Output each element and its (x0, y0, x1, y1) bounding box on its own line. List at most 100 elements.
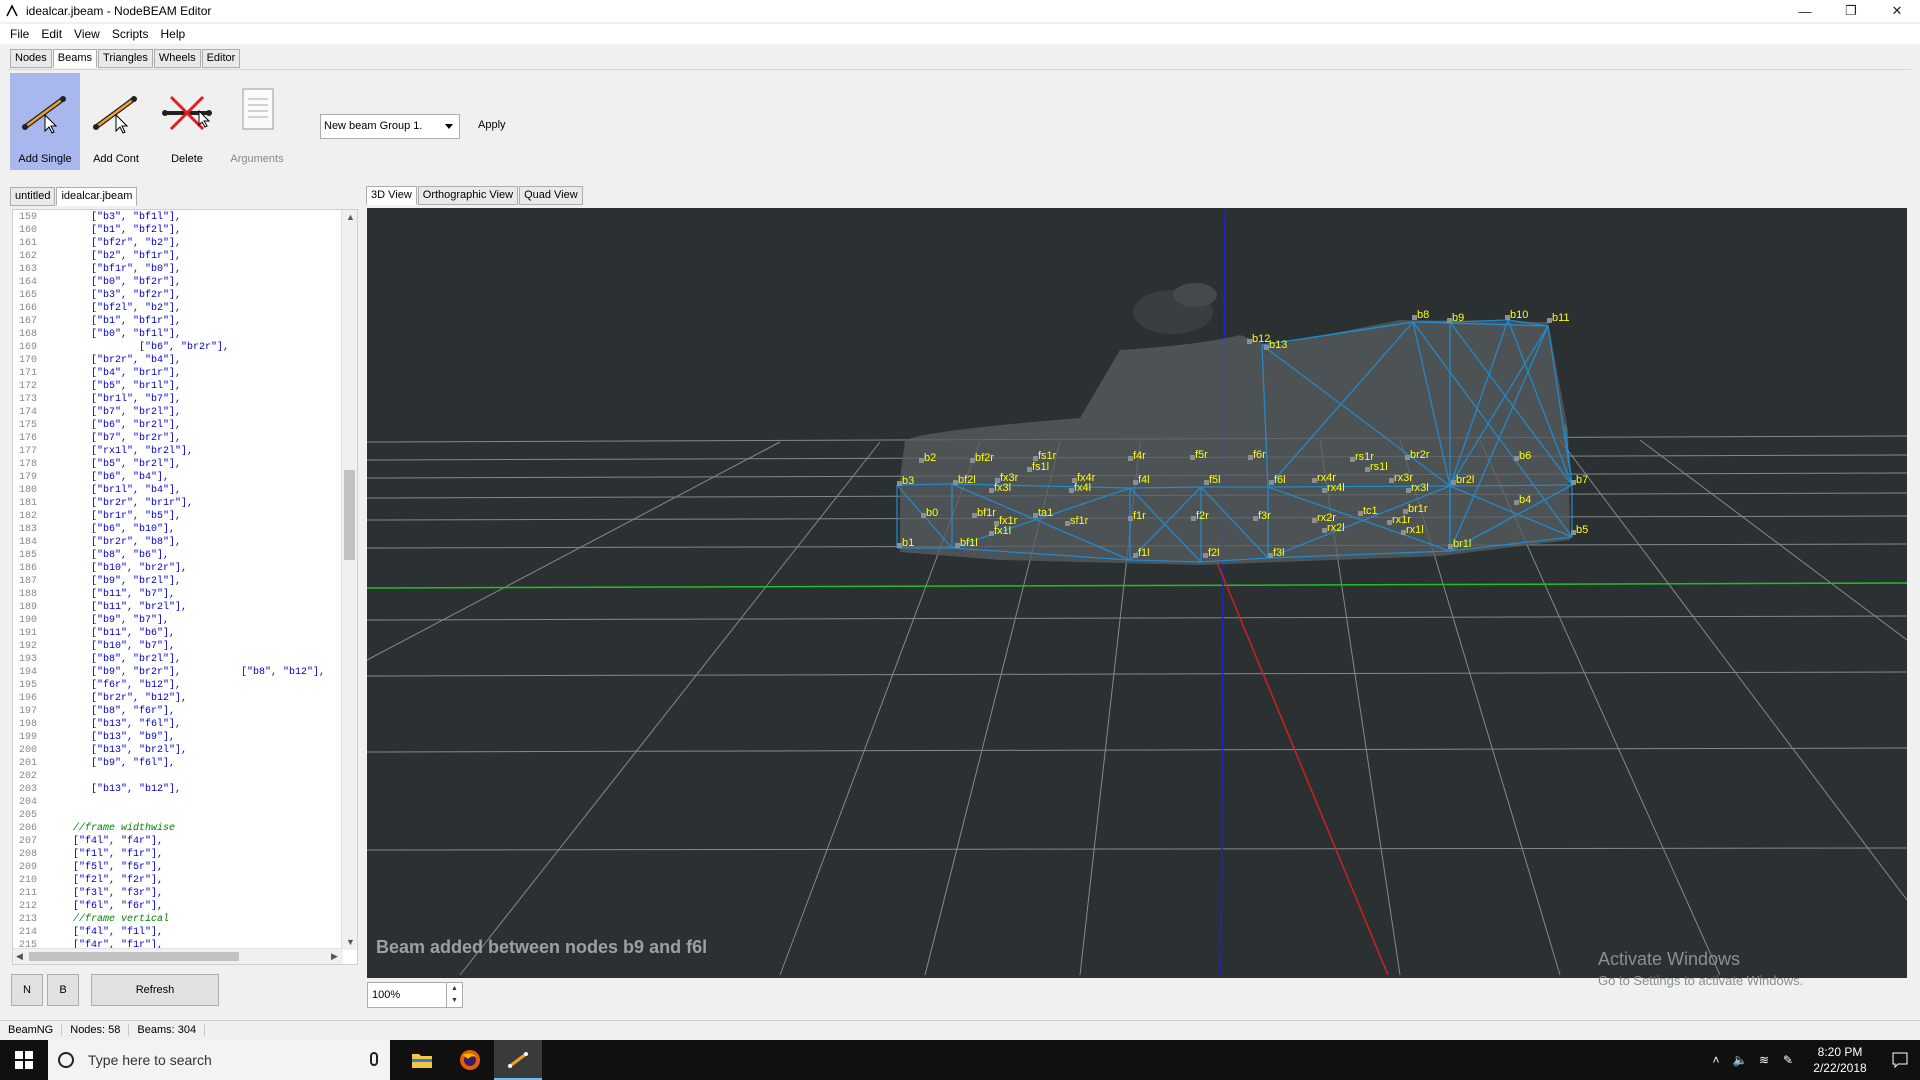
delete-button[interactable]: Delete (152, 73, 222, 170)
volume-icon[interactable]: 🔈 (1728, 1053, 1752, 1067)
node-label: f2r (1196, 510, 1209, 522)
code-line: 210 ["f2l", "f2r"], (13, 874, 343, 887)
menu-view[interactable]: View (68, 27, 106, 41)
tab-editor[interactable]: Editor (201, 49, 241, 68)
3d-viewport[interactable]: b12 b13 b8 b9 b10 b11 b2 bf2r fs1r fs1l f4r f5r f6r r… (367, 208, 1907, 978)
line-text: ["b6", "br2l"], (43, 420, 182, 431)
wifi-icon[interactable]: ≋ (1752, 1053, 1776, 1067)
line-number: 208 (18, 849, 37, 860)
refresh-button[interactable]: Refresh (91, 974, 219, 1006)
code-line: 192 ["b10", "b7"], (13, 640, 343, 653)
node-label: b13 (1269, 339, 1287, 351)
tab-quad-view[interactable]: Quad View (519, 186, 583, 205)
close-button[interactable]: ✕ (1874, 0, 1920, 22)
line-number: 169 (18, 342, 37, 353)
pen-icon[interactable]: ✎ (1776, 1053, 1800, 1067)
menu-edit[interactable]: Edit (35, 27, 68, 41)
scroll-up-icon[interactable]: ▲ (346, 212, 355, 222)
nodebeam-icon (508, 1052, 528, 1068)
tab-beams[interactable]: Beams (52, 49, 98, 68)
add-cont-button[interactable]: Add Cont (81, 73, 151, 170)
line-text: ["f6l", "f6r"], (43, 901, 164, 912)
node-label: bf1r (977, 507, 996, 519)
doc-tab-untitled[interactable]: untitled (10, 187, 56, 206)
node-label: tc1 (1363, 505, 1378, 517)
n-button[interactable]: N (11, 974, 43, 1006)
tab-triangles[interactable]: Triangles (98, 49, 153, 68)
line-number: 174 (18, 407, 37, 418)
line-text: ["b5", "br2l"], (43, 459, 182, 470)
scroll-down-icon[interactable]: ▼ (346, 937, 355, 947)
watermark-subtitle: Go to Settings to activate Windows. (1598, 973, 1804, 988)
line-text: ["b11", "b6"], (43, 628, 176, 639)
line-text: ["br2r", "b4"], (43, 355, 182, 366)
scroll-left-icon[interactable]: ◀ (16, 951, 23, 962)
line-text: ["b0", "bf1l"], (43, 329, 182, 340)
line-text: ["f4l", "f1l"], (43, 927, 164, 938)
menu-file[interactable]: File (4, 27, 35, 41)
line-text: ["bf1r", "b0"], (43, 264, 182, 275)
zoom-spinner[interactable]: ▲ ▼ (446, 983, 462, 1007)
beam-group-select[interactable]: New beam Group 1. (320, 114, 460, 139)
node-label: f6l (1274, 474, 1286, 486)
code-line: 159 ["b3", "bf1l"], (13, 211, 343, 224)
code-line: 196 ["br2r", "b12"], (13, 692, 343, 705)
nodebeam-taskbar-button[interactable] (494, 1040, 542, 1080)
line-number: 173 (18, 394, 37, 405)
line-text: ["b9", "b7"], (43, 615, 170, 626)
taskbar-search[interactable]: Type here to search (48, 1040, 390, 1080)
line-number: 213 (18, 914, 37, 925)
tab-3d-view[interactable]: 3D View (366, 186, 417, 205)
vertical-scrollbar[interactable]: ▲ ▼ (341, 210, 357, 950)
horizontal-scrollbar[interactable]: ◀ ▶ (13, 948, 343, 964)
line-number: 203 (18, 784, 37, 795)
title-bar: idealcar.jbeam - NodeBEAM Editor — ❐ ✕ (0, 0, 1920, 22)
node-label: b4 (1519, 494, 1531, 506)
scroll-thumb[interactable] (344, 470, 355, 560)
line-number: 186 (18, 563, 37, 574)
hscroll-thumb[interactable] (29, 952, 239, 961)
firefox-button[interactable] (446, 1040, 494, 1080)
code-line: 171 ["b4", "br1r"], (13, 367, 343, 380)
clock[interactable]: 8:20 PM 2/22/2018 (1800, 1044, 1880, 1076)
code-editor[interactable]: 159 ["b3", "bf1l"], 160 ["b1", "bf2l"], 16… (12, 209, 358, 965)
node-label: f4l (1138, 474, 1150, 486)
start-button[interactable] (0, 1040, 48, 1080)
code-line: 199 ["b13", "b9"], (13, 731, 343, 744)
tab-nodes[interactable]: Nodes (10, 49, 52, 68)
spin-down-icon[interactable]: ▼ (447, 995, 462, 1007)
node-label: bf1l (960, 537, 978, 549)
line-text: ["f5l", "f5r"], (43, 862, 164, 873)
status-beams: Beams: 304 (129, 1023, 206, 1036)
tab-orthographic-view[interactable]: Orthographic View (417, 186, 519, 205)
add-single-button[interactable]: Add Single (10, 73, 80, 170)
line-text (39, 809, 43, 822)
file-explorer-button[interactable] (398, 1040, 446, 1080)
spin-up-icon[interactable]: ▲ (447, 983, 462, 995)
apply-button[interactable]: Apply (478, 119, 506, 131)
menu-scripts[interactable]: Scripts (106, 27, 155, 41)
code-line: 187 ["b9", "br2l"], (13, 575, 343, 588)
notification-button[interactable] (1880, 1040, 1920, 1080)
line-text: ["b9", "f6l"], (43, 758, 176, 769)
minimize-button[interactable]: — (1782, 0, 1828, 22)
firefox-icon (460, 1050, 480, 1070)
code-line: 206 //frame widthwise (13, 822, 343, 835)
chevron-up-icon[interactable]: ˄ (1704, 1053, 1728, 1067)
add-cont-icon (93, 96, 137, 134)
maximize-button[interactable]: ❐ (1828, 0, 1874, 22)
code-line: 169 ["b6", "br2r"], (13, 341, 343, 354)
line-number: 168 (18, 329, 37, 340)
arguments-button[interactable]: Arguments (222, 73, 292, 170)
code-line: 178 ["b5", "br2l"], (13, 458, 343, 471)
doc-tab-idealcar[interactable]: idealcar.jbeam (56, 187, 138, 206)
line-number: 160 (18, 225, 37, 236)
microphone-icon[interactable] (370, 1052, 378, 1066)
node-label: rx4l (1327, 482, 1345, 494)
document-icon (242, 88, 274, 130)
scroll-right-icon[interactable]: ▶ (331, 951, 338, 962)
tab-wheels[interactable]: Wheels (153, 49, 201, 68)
line-text: ["br2r", "b8"], (43, 537, 182, 548)
menu-help[interactable]: Help (155, 27, 192, 41)
b-button[interactable]: B (47, 974, 79, 1006)
